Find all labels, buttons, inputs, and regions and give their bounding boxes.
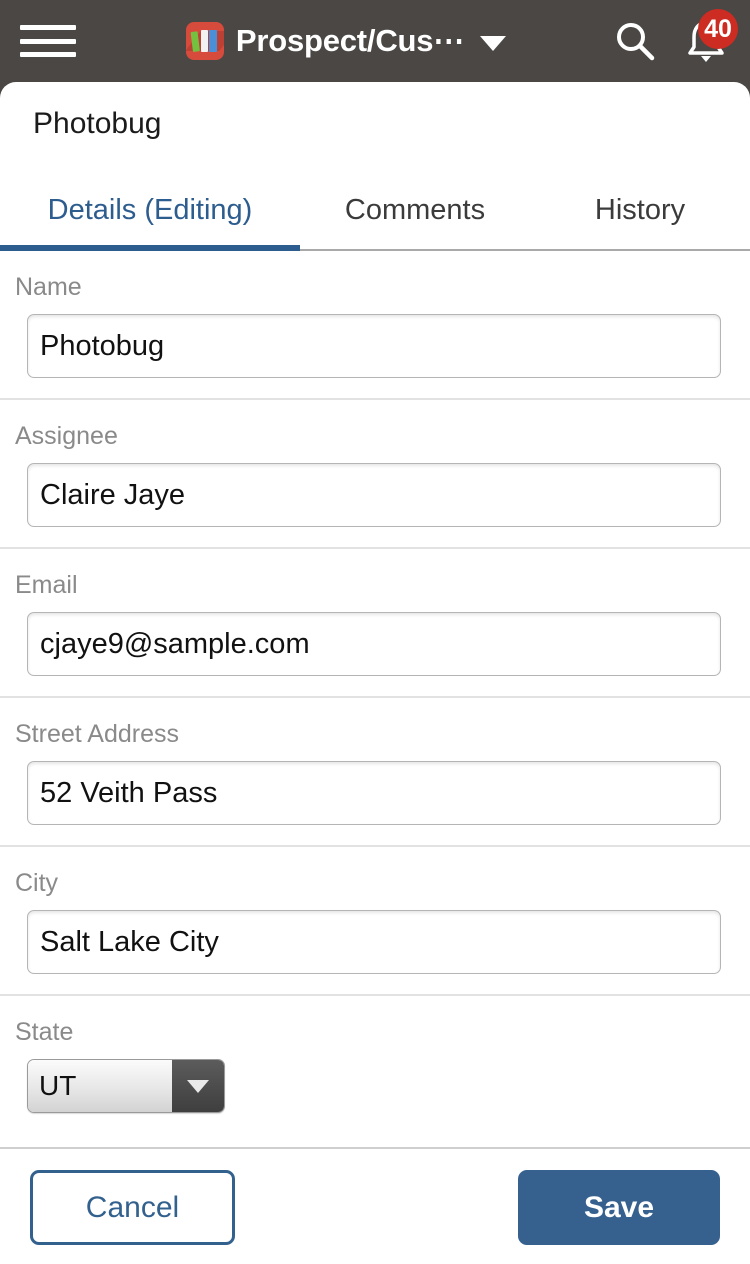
field-city: City Salt Lake City bbox=[0, 845, 750, 994]
field-name-label: Name bbox=[15, 273, 82, 301]
hamburger-line bbox=[20, 38, 76, 44]
city-input[interactable]: Salt Lake City bbox=[27, 910, 721, 974]
name-input[interactable]: Photobug bbox=[27, 314, 721, 378]
tab-comments[interactable]: Comments bbox=[300, 169, 530, 251]
state-select-value: UT bbox=[28, 1060, 172, 1112]
save-button[interactable]: Save bbox=[518, 1170, 720, 1245]
assignee-input[interactable]: Claire Jaye bbox=[27, 463, 721, 527]
app-title: Prospect/Cus⋯ bbox=[235, 23, 465, 58]
tab-history-label: History bbox=[594, 193, 686, 226]
field-state: State UT bbox=[0, 994, 750, 1133]
chevron-down-icon bbox=[172, 1060, 224, 1112]
hamburger-menu-icon[interactable] bbox=[20, 21, 76, 61]
binder-white bbox=[200, 30, 208, 52]
field-name: Name Photobug bbox=[0, 251, 750, 398]
chevron-down-icon[interactable] bbox=[480, 35, 507, 51]
notifications-button[interactable]: 40 bbox=[680, 9, 738, 67]
action-bar: Cancel Save bbox=[0, 1147, 750, 1264]
email-input[interactable]: cjaye9@sample.com bbox=[27, 612, 721, 676]
search-icon[interactable] bbox=[612, 18, 658, 64]
field-email: Email cjaye9@sample.com bbox=[0, 547, 750, 696]
field-street-address: Street Address 52 Veith Pass bbox=[0, 696, 750, 845]
field-assignee: Assignee Claire Jaye bbox=[0, 398, 750, 547]
tab-details-label: Details (Editing) bbox=[47, 193, 253, 226]
binder-blue bbox=[208, 30, 217, 52]
field-state-label: State bbox=[15, 1018, 74, 1046]
hamburger-line bbox=[20, 25, 76, 30]
tab-bar: Details (Editing) Comments History bbox=[0, 169, 750, 251]
detail-form: Name Photobug Assignee Claire Jaye Email… bbox=[0, 251, 750, 1133]
field-street-address-label: Street Address bbox=[15, 720, 179, 748]
app-bar: Prospect/Cus⋯ 40 bbox=[0, 0, 750, 82]
tab-comments-label: Comments bbox=[344, 193, 486, 226]
state-select[interactable]: UT bbox=[27, 1059, 225, 1113]
field-city-label: City bbox=[15, 869, 59, 897]
page-title: Photobug bbox=[33, 107, 162, 140]
field-assignee-label: Assignee bbox=[15, 422, 118, 450]
detail-card: Photobug Details (Editing) Comments Hist… bbox=[0, 82, 750, 1264]
tab-details[interactable]: Details (Editing) bbox=[0, 169, 300, 251]
tab-history[interactable]: History bbox=[530, 169, 750, 251]
street-address-input[interactable]: 52 Veith Pass bbox=[27, 761, 721, 825]
field-email-label: Email bbox=[15, 571, 78, 599]
binders-app-icon bbox=[185, 22, 224, 60]
notification-badge: 40 bbox=[698, 9, 738, 49]
hamburger-line bbox=[20, 52, 76, 57]
app-title-block[interactable]: Prospect/Cus⋯ bbox=[80, 22, 612, 60]
cancel-button[interactable]: Cancel bbox=[30, 1170, 235, 1245]
